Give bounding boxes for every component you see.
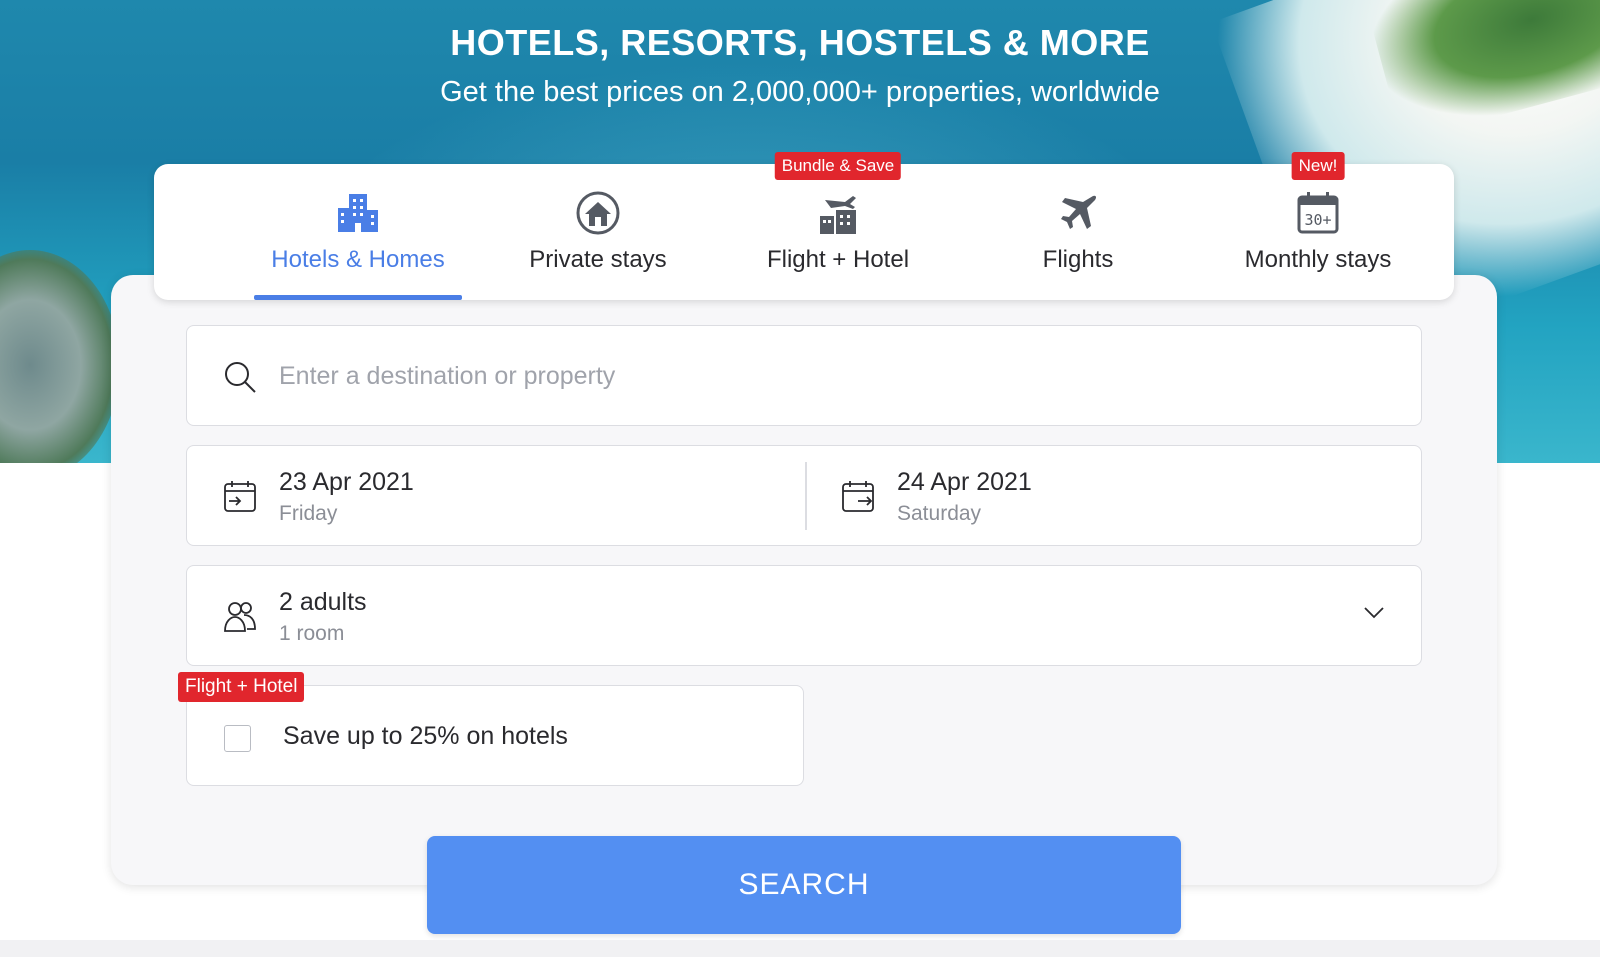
destination-field[interactable] xyxy=(186,325,1422,426)
calendar-checkin-icon xyxy=(224,481,256,512)
guests-icon xyxy=(224,602,256,632)
checkout-day: Saturday xyxy=(897,502,982,525)
page-bottom-strip xyxy=(0,940,1600,957)
guests-rooms-selector[interactable]: 2 adults 1 room xyxy=(186,565,1422,666)
tab-label: Hotels & Homes xyxy=(271,246,445,273)
svg-text:30+: 30+ xyxy=(1304,211,1331,229)
checkout-date-picker[interactable]: 24 Apr 2021 Saturday xyxy=(805,446,1423,545)
search-button[interactable]: SEARCH xyxy=(427,836,1181,934)
bundle-checkbox[interactable] xyxy=(224,725,251,752)
hotel-buildings-icon xyxy=(338,194,378,232)
tab-label: Flight + Hotel xyxy=(766,246,910,273)
rock-island xyxy=(0,250,120,463)
plane-hotel-icon xyxy=(820,196,856,234)
plane-icon xyxy=(1061,195,1097,229)
tab-hotels-homes[interactable]: Hotels & Homes xyxy=(238,164,478,300)
checkin-date-picker[interactable]: 23 Apr 2021 Friday xyxy=(187,446,805,545)
hero-headline: HOTELS, RESORTS, HOSTELS & MORE xyxy=(450,22,1150,63)
calendar-30-icon: 30+ xyxy=(1297,192,1339,234)
rooms-count: 1 room xyxy=(279,622,345,645)
active-tab-underline xyxy=(254,295,462,300)
tab-flight-hotel[interactable]: Bundle & Save Flight + Hotel xyxy=(718,152,958,300)
tab-label: Flights xyxy=(1042,246,1114,273)
date-range-field: 23 Apr 2021 Friday 24 Apr 2021 Saturday xyxy=(186,445,1422,546)
flight-hotel-badge: Flight + Hotel xyxy=(178,672,305,702)
calendar-checkout-icon xyxy=(842,481,874,512)
tab-label: Monthly stays xyxy=(1244,246,1392,273)
tab-label: Private stays xyxy=(529,246,667,273)
product-tabs: Hotels & Homes Private stays Bundle & Sa… xyxy=(154,152,1454,300)
chevron-down-icon xyxy=(1364,607,1384,619)
hero-subheadline: Get the best prices on 2,000,000+ proper… xyxy=(440,76,1160,108)
new-badge: New! xyxy=(1291,152,1345,180)
guests-count: 2 adults xyxy=(279,588,367,616)
tab-flights[interactable]: Flights xyxy=(958,164,1198,300)
bundle-label: Save up to 25% on hotels xyxy=(283,722,568,750)
checkout-date: 24 Apr 2021 xyxy=(897,468,1032,496)
tab-monthly-stays[interactable]: New! 30+ Monthly stays xyxy=(1198,152,1438,300)
house-icon xyxy=(576,191,620,235)
checkin-date: 23 Apr 2021 xyxy=(279,468,414,496)
bundle-save-badge: Bundle & Save xyxy=(774,152,902,180)
destination-input[interactable] xyxy=(279,354,1379,398)
checkin-day: Friday xyxy=(279,502,338,525)
search-icon xyxy=(225,362,256,393)
tab-private-stays[interactable]: Private stays xyxy=(478,164,718,300)
